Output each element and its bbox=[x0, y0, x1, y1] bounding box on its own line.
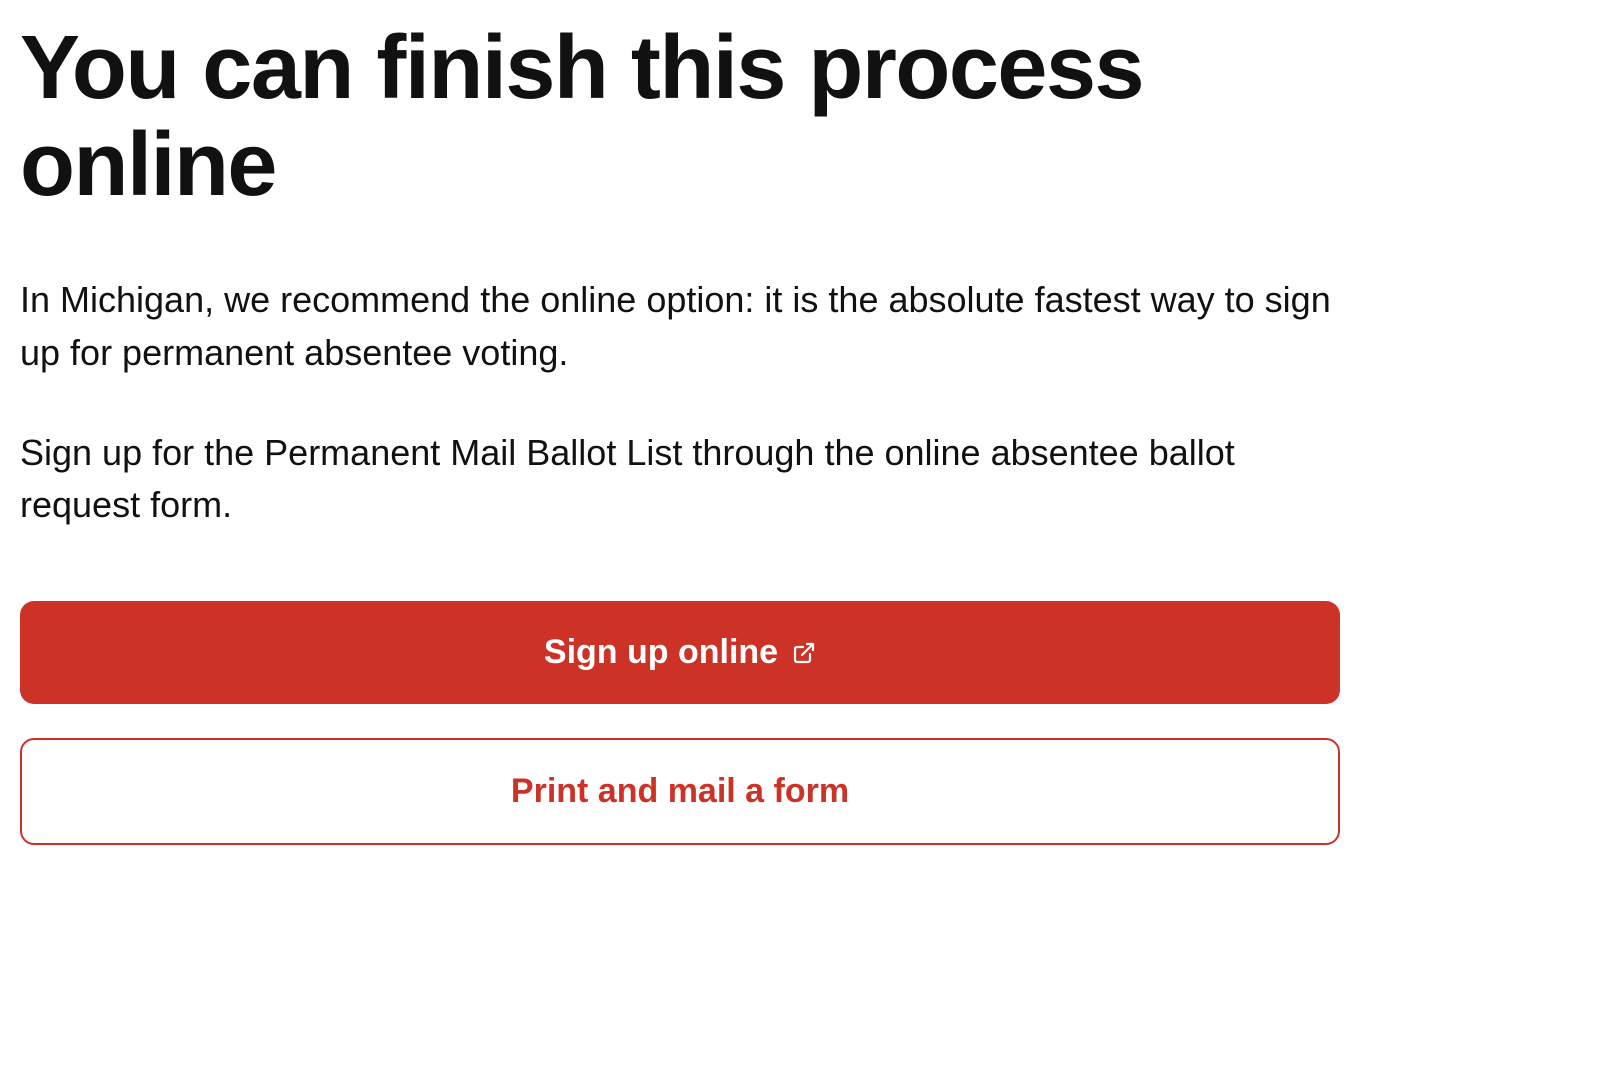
print-mail-form-label: Print and mail a form bbox=[511, 772, 849, 811]
intro-paragraph-1: In Michigan, we recommend the online opt… bbox=[20, 274, 1340, 378]
content-container: You can finish this process online In Mi… bbox=[20, 20, 1340, 845]
external-link-icon bbox=[792, 641, 816, 665]
intro-paragraph-2: Sign up for the Permanent Mail Ballot Li… bbox=[20, 427, 1340, 531]
button-group: Sign up online Print and mail a form bbox=[20, 601, 1340, 845]
print-mail-form-button[interactable]: Print and mail a form bbox=[20, 738, 1340, 845]
sign-up-online-label: Sign up online bbox=[544, 633, 778, 672]
sign-up-online-button[interactable]: Sign up online bbox=[20, 601, 1340, 704]
page-heading: You can finish this process online bbox=[20, 20, 1340, 214]
